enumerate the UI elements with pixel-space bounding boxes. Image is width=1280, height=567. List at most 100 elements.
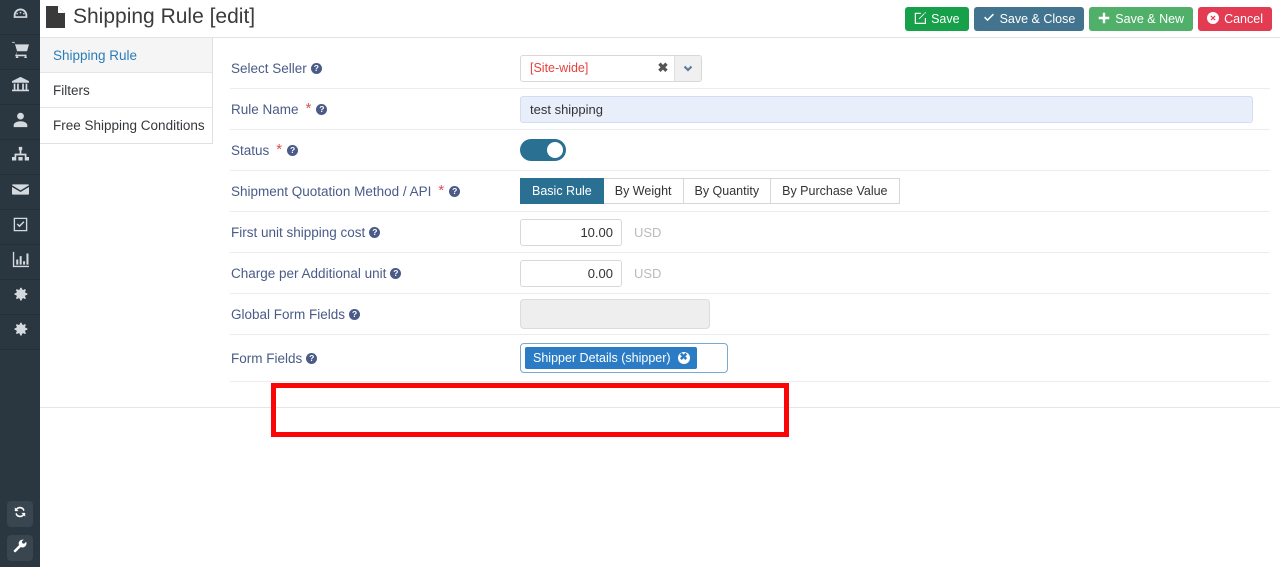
segment-by-weight-label: By Weight xyxy=(614,184,672,198)
field-row-status: Status * ? xyxy=(230,130,1270,171)
segment-by-weight[interactable]: By Weight xyxy=(603,178,684,204)
gear-icon xyxy=(12,286,29,308)
rail-item-user[interactable] xyxy=(0,105,40,140)
required-marker: * xyxy=(438,182,445,199)
field-row-additional-unit-cost: Charge per Additional unit ? USD xyxy=(230,253,1270,294)
quotation-method-segmented-group: Basic Rule By Weight By Quantity By Purc… xyxy=(520,178,900,204)
question-circle-icon[interactable]: ? xyxy=(369,226,381,238)
content-panel: Shipping Rule Filters Free Shipping Cond… xyxy=(40,38,1280,437)
times-icon[interactable]: ✖ xyxy=(652,60,674,76)
check-square-icon xyxy=(12,216,29,238)
rail-item-envelope[interactable] xyxy=(0,175,40,210)
segment-by-quantity[interactable]: By Quantity xyxy=(683,178,772,204)
rail-item-refresh[interactable] xyxy=(7,501,33,527)
tag-shipper-details[interactable]: Shipper Details (shipper) ✖ xyxy=(525,347,697,369)
user-icon xyxy=(12,111,29,133)
plus-icon xyxy=(1098,12,1110,27)
rule-name-label-group: Rule Name * ? xyxy=(230,100,520,117)
global-form-fields-control xyxy=(520,299,1270,329)
file-icon xyxy=(46,6,65,28)
rail-item-settings[interactable] xyxy=(0,280,40,315)
status-toggle[interactable] xyxy=(520,139,566,161)
first-unit-cost-label: First unit shipping cost xyxy=(231,224,366,240)
field-row-rule-name: Rule Name * ? xyxy=(230,89,1270,130)
rail-item-tools[interactable] xyxy=(7,535,33,561)
rail-item-bank[interactable] xyxy=(0,70,40,105)
sidebar-item-shipping-rule-label: Shipping Rule xyxy=(53,48,138,63)
additional-unit-cost-input[interactable] xyxy=(520,259,622,287)
question-circle-icon[interactable]: ? xyxy=(449,185,461,197)
page-header: Shipping Rule [edit] Save Save & Close S… xyxy=(40,0,1280,38)
select-seller-label-group: Select Seller ? xyxy=(230,61,520,76)
status-label: Status xyxy=(231,142,270,158)
field-row-form-fields: Form Fields ? Shipper Details (shipper) … xyxy=(230,335,1270,382)
cart-icon xyxy=(11,41,29,63)
question-circle-icon[interactable]: ? xyxy=(349,308,361,320)
status-label-group: Status * ? xyxy=(230,142,520,158)
rail-item-dashboard[interactable] xyxy=(0,0,40,35)
select-seller-dropdown[interactable]: [Site-wide] ✖ xyxy=(520,54,702,82)
header-actions: Save Save & Close Save & New Cancel xyxy=(905,7,1272,31)
bar-chart-icon xyxy=(12,251,29,273)
save-button[interactable]: Save xyxy=(905,7,969,31)
icon-rail xyxy=(0,0,40,567)
refresh-icon xyxy=(13,505,27,524)
quotation-method-label-group: Shipment Quotation Method / API * ? xyxy=(230,182,520,199)
segment-basic-rule[interactable]: Basic Rule xyxy=(520,178,604,204)
check-icon xyxy=(983,12,995,27)
rail-item-tasks[interactable] xyxy=(0,210,40,245)
rule-name-input[interactable] xyxy=(520,95,1253,123)
sidebar-item-filters[interactable]: Filters xyxy=(40,73,212,108)
question-circle-icon[interactable]: ? xyxy=(306,352,318,364)
gear-alt-icon xyxy=(12,321,29,343)
rail-item-reports[interactable] xyxy=(0,245,40,280)
question-circle-icon[interactable]: ? xyxy=(310,62,322,74)
rule-name-control xyxy=(520,95,1270,123)
required-marker: * xyxy=(305,100,312,117)
sidebar-item-free-shipping-conditions[interactable]: Free Shipping Conditions xyxy=(40,108,212,143)
additional-unit-cost-currency: USD xyxy=(634,265,662,281)
sidebar-item-free-shipping-conditions-label: Free Shipping Conditions xyxy=(53,118,205,133)
bank-icon xyxy=(11,76,29,98)
question-circle-icon[interactable]: ? xyxy=(316,103,328,115)
page-title-group: Shipping Rule [edit] xyxy=(46,4,255,30)
rail-item-configuration[interactable] xyxy=(0,315,40,350)
tag-shipper-details-label: Shipper Details (shipper) xyxy=(533,351,671,365)
additional-unit-cost-label-group: Charge per Additional unit ? xyxy=(230,266,520,281)
form-fields-label: Form Fields xyxy=(231,350,303,366)
form-fields-control: Shipper Details (shipper) ✖ xyxy=(520,343,1270,373)
segment-by-purchase-value[interactable]: By Purchase Value xyxy=(771,178,900,204)
times-circle-icon[interactable]: ✖ xyxy=(677,352,690,364)
field-row-select-seller: Select Seller ? [Site-wide] ✖ xyxy=(230,48,1270,89)
cancel-button-label: Cancel xyxy=(1224,12,1263,26)
global-form-fields-input xyxy=(520,299,710,329)
first-unit-cost-label-group: First unit shipping cost ? xyxy=(230,225,520,240)
question-circle-icon[interactable]: ? xyxy=(287,144,299,156)
question-circle-icon[interactable]: ? xyxy=(390,267,402,279)
field-row-global-form-fields: Global Form Fields ? xyxy=(230,294,1270,335)
rail-item-sitemap[interactable] xyxy=(0,140,40,175)
select-seller-control: [Site-wide] ✖ xyxy=(520,54,1270,82)
sidebar-item-shipping-rule[interactable]: Shipping Rule xyxy=(40,38,212,73)
global-form-fields-label: Global Form Fields xyxy=(231,306,346,322)
select-seller-label: Select Seller xyxy=(231,60,307,76)
times-circle-icon xyxy=(1207,11,1220,27)
select-seller-value: [Site-wide] xyxy=(530,61,589,75)
quotation-method-label: Shipment Quotation Method / API xyxy=(231,183,432,199)
rail-bottom-group xyxy=(0,501,40,561)
first-unit-cost-control: USD xyxy=(520,218,1270,246)
first-unit-cost-input[interactable] xyxy=(520,218,622,246)
quotation-method-control: Basic Rule By Weight By Quantity By Purc… xyxy=(520,178,1270,204)
segment-by-purchase-value-label: By Purchase Value xyxy=(782,184,888,198)
save-and-new-button-label: Save & New xyxy=(1115,12,1185,26)
page-title: Shipping Rule [edit] xyxy=(73,5,256,28)
save-and-close-button[interactable]: Save & Close xyxy=(973,7,1085,31)
cancel-button[interactable]: Cancel xyxy=(1198,7,1272,31)
rail-item-cart[interactable] xyxy=(0,35,40,70)
chevron-down-icon[interactable] xyxy=(674,55,701,81)
dashboard-icon xyxy=(12,6,29,28)
segment-by-quantity-label: By Quantity xyxy=(694,184,760,198)
field-row-first-unit-cost: First unit shipping cost ? USD xyxy=(230,212,1270,253)
save-and-new-button[interactable]: Save & New xyxy=(1089,7,1194,31)
form-fields-tag-input[interactable]: Shipper Details (shipper) ✖ xyxy=(520,343,728,373)
